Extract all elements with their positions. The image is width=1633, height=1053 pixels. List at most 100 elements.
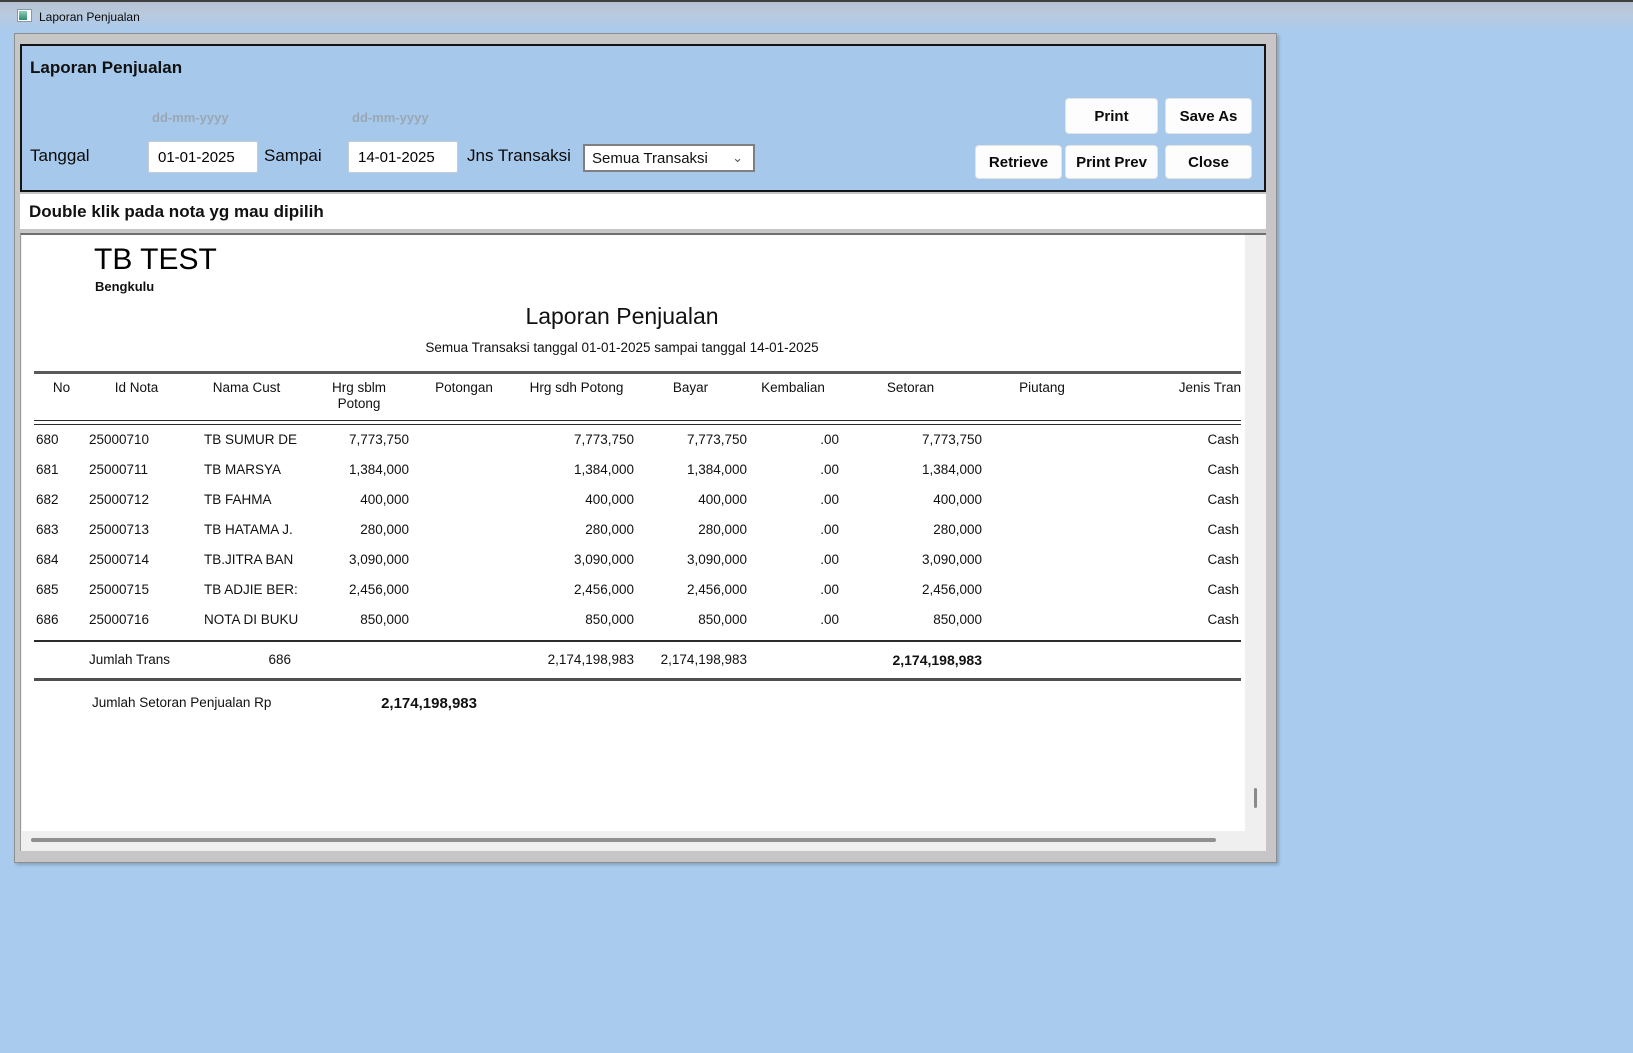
table-row[interactable]: 680 25000710 TB SUMUR DE 7,773,750 7,773…	[34, 425, 1241, 455]
cell-id-nota: 25000711	[89, 455, 184, 485]
summary-value: 2,174,198,983	[324, 695, 477, 712]
totals-count: 686	[184, 648, 309, 672]
cell-kembalian: .00	[747, 485, 839, 515]
sampai-label: Sampai	[264, 146, 322, 166]
cell-piutang	[982, 605, 1102, 635]
column-header-nama-cust: Nama Cust	[184, 380, 309, 420]
column-header-hrg-sdh: Hrg sdh Potong	[519, 380, 634, 420]
cell-no: 684	[34, 545, 89, 575]
column-header-bayar: Bayar	[634, 380, 747, 420]
cell-hrg-sdh: 1,384,000	[519, 455, 634, 485]
cell-kembalian: .00	[747, 545, 839, 575]
print-prev-button[interactable]: Print Prev	[1065, 145, 1158, 179]
table-top-rule	[34, 371, 1241, 374]
cell-bayar: 1,384,000	[634, 455, 747, 485]
cell-id-nota: 25000713	[89, 515, 184, 545]
cell-nama-cust: TB HATAMA J.	[184, 515, 309, 545]
cell-kembalian: .00	[747, 515, 839, 545]
form-icon	[17, 9, 32, 22]
cell-jenis-tran: Cash	[1102, 515, 1241, 545]
cell-setoran: 400,000	[839, 485, 982, 515]
cell-hrg-sdh: 280,000	[519, 515, 634, 545]
report-page: TB TEST Bengkulu Laporan Penjualan Semua…	[22, 235, 1245, 831]
cell-piutang	[982, 485, 1102, 515]
summary-row: Jumlah Setoran Penjualan Rp 2,174,198,98…	[34, 695, 1241, 715]
cell-hrg-sblm: 2,456,000	[309, 575, 409, 605]
cell-piutang	[982, 545, 1102, 575]
totals-hrg-sdh: 2,174,198,983	[519, 648, 634, 672]
vertical-scrollbar-thumb[interactable]	[1254, 788, 1257, 808]
horizontal-scrollbar-thumb[interactable]	[31, 838, 1216, 842]
sampai-input[interactable]	[348, 141, 458, 173]
column-header-potongan: Potongan	[409, 380, 519, 420]
retrieve-button[interactable]: Retrieve	[975, 145, 1062, 179]
filter-panel: Laporan Penjualan dd-mm-yyyy dd-mm-yyyy …	[20, 44, 1266, 192]
jns-transaksi-selected-value: Semua Transaksi	[592, 150, 708, 167]
totals-bottom-rule	[34, 678, 1241, 681]
cell-jenis-tran: Cash	[1102, 485, 1241, 515]
summary-label: Jumlah Setoran Penjualan Rp	[92, 695, 271, 710]
cell-bayar: 400,000	[634, 485, 747, 515]
cell-nama-cust: TB SUMUR DE	[184, 425, 309, 455]
report-title: Laporan Penjualan	[22, 303, 1222, 330]
cell-piutang	[982, 515, 1102, 545]
cell-setoran: 1,384,000	[839, 455, 982, 485]
cell-kembalian: .00	[747, 425, 839, 455]
cell-bayar: 850,000	[634, 605, 747, 635]
cell-nama-cust: TB ADJIE BER:	[184, 575, 309, 605]
totals-label: Jumlah Trans	[89, 648, 184, 672]
cell-nama-cust: NOTA DI BUKU	[184, 605, 309, 635]
jns-transaksi-select[interactable]: Semua Transaksi ⌄	[583, 144, 755, 172]
cell-bayar: 7,773,750	[634, 425, 747, 455]
column-header-piutang: Piutang	[982, 380, 1102, 420]
table-end-rule	[34, 640, 1241, 642]
cell-nama-cust: TB MARSYA	[184, 455, 309, 485]
cell-no: 682	[34, 485, 89, 515]
tanggal-input[interactable]	[148, 141, 258, 173]
date-format-hint: dd-mm-yyyy	[352, 110, 429, 125]
save-as-button[interactable]: Save As	[1165, 98, 1252, 134]
cell-hrg-sblm: 7,773,750	[309, 425, 409, 455]
company-city: Bengkulu	[95, 279, 154, 294]
cell-jenis-tran: Cash	[1102, 455, 1241, 485]
cell-hrg-sdh: 2,456,000	[519, 575, 634, 605]
table-row[interactable]: 683 25000713 TB HATAMA J. 280,000 280,00…	[34, 515, 1241, 545]
cell-potongan	[409, 545, 519, 575]
jns-transaksi-label: Jns Transaksi	[467, 146, 571, 166]
cell-potongan	[409, 575, 519, 605]
cell-piutang	[982, 575, 1102, 605]
cell-hrg-sdh: 400,000	[519, 485, 634, 515]
cell-potongan	[409, 425, 519, 455]
tanggal-label: Tanggal	[30, 146, 90, 166]
cell-hrg-sblm: 850,000	[309, 605, 409, 635]
cell-hrg-sdh: 7,773,750	[519, 425, 634, 455]
table-row[interactable]: 681 25000711 TB MARSYA 1,384,000 1,384,0…	[34, 455, 1241, 485]
cell-id-nota: 25000712	[89, 485, 184, 515]
table-row[interactable]: 682 25000712 TB FAHMA 400,000 400,000 40…	[34, 485, 1241, 515]
column-header-hrg-sblm: Hrg sblm Potong	[309, 380, 409, 420]
cell-bayar: 280,000	[634, 515, 747, 545]
cell-bayar: 2,456,000	[634, 575, 747, 605]
cell-kembalian: .00	[747, 455, 839, 485]
cell-no: 680	[34, 425, 89, 455]
cell-potongan	[409, 455, 519, 485]
cell-setoran: 3,090,000	[839, 545, 982, 575]
cell-no: 686	[34, 605, 89, 635]
cell-setoran: 7,773,750	[839, 425, 982, 455]
cell-id-nota: 25000715	[89, 575, 184, 605]
totals-row: Jumlah Trans 686 2,174,198,983 2,174,198…	[34, 648, 1241, 672]
table-row[interactable]: 686 25000716 NOTA DI BUKU 850,000 850,00…	[34, 605, 1241, 635]
table-row[interactable]: 685 25000715 TB ADJIE BER: 2,456,000 2,4…	[34, 575, 1241, 605]
table-row[interactable]: 684 25000714 TB.JITRA BAN 3,090,000 3,09…	[34, 545, 1241, 575]
report-table: No Id Nota Nama Cust Hrg sblm Potong Pot…	[34, 371, 1241, 715]
print-button[interactable]: Print	[1065, 98, 1158, 134]
cell-hrg-sblm: 1,384,000	[309, 455, 409, 485]
chevron-down-icon: ⌄	[732, 150, 743, 166]
close-button[interactable]: Close	[1165, 145, 1252, 179]
table-header-row: No Id Nota Nama Cust Hrg sblm Potong Pot…	[34, 380, 1241, 420]
cell-id-nota: 25000714	[89, 545, 184, 575]
report-viewer: TB TEST Bengkulu Laporan Penjualan Semua…	[20, 233, 1266, 851]
cell-hrg-sdh: 850,000	[519, 605, 634, 635]
panel-title: Laporan Penjualan	[30, 58, 182, 78]
cell-piutang	[982, 455, 1102, 485]
